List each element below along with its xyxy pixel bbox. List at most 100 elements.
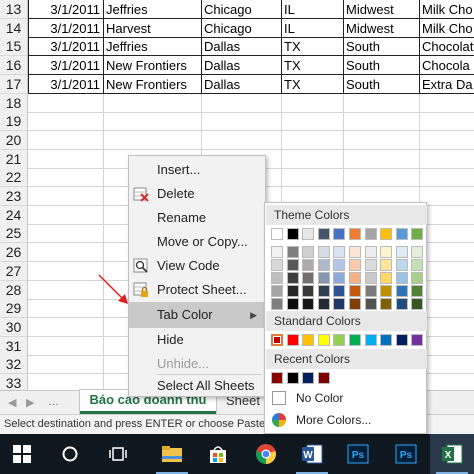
cell-date[interactable] [28,187,104,206]
theme-shade-swatch[interactable] [411,298,424,310]
standard-color-swatch[interactable] [364,334,377,346]
theme-shade-swatch[interactable] [333,259,346,271]
theme-shade-swatch[interactable] [317,298,330,310]
cell-date[interactable] [28,261,104,281]
cell-region[interactable]: Midwest [344,18,420,38]
cell-date[interactable] [28,243,104,263]
cell-date[interactable]: 3/1/2011 [28,37,104,57]
theme-color-swatch[interactable] [395,228,408,240]
table-row[interactable]: 16 3/1/2011 New Frontiers Dallas TX South Choc… [0,56,474,76]
menu-rename[interactable]: Rename [129,206,265,230]
cell-state[interactable]: IL [282,18,344,38]
theme-shade-swatch[interactable] [271,298,283,310]
table-row[interactable]: 20 [0,130,474,150]
row-header[interactable]: 21 [0,149,28,169]
theme-shade-swatch[interactable] [317,285,330,297]
standard-color-swatch[interactable] [395,334,408,346]
cell-company[interactable]: Harvest [104,18,202,38]
theme-shade-swatch[interactable] [302,298,315,310]
task-view-icon[interactable] [96,434,140,474]
cell-city[interactable]: Dallas [202,56,282,76]
cell-region[interactable] [344,149,420,169]
row-header[interactable]: 32 [0,355,28,375]
cell-date[interactable] [28,336,104,356]
cell-company[interactable]: New Frontiers [104,74,202,94]
row-header[interactable]: 18 [0,93,28,113]
cell-date[interactable] [28,149,104,169]
standard-color-swatch[interactable] [349,334,361,346]
cell-date[interactable] [28,299,104,319]
theme-shade-swatch[interactable] [411,272,424,284]
theme-shade-swatch[interactable] [395,259,408,271]
cell-date[interactable]: 3/1/2011 [28,0,104,19]
cell-region[interactable] [344,93,420,113]
cell-company[interactable] [104,112,202,132]
cell-date[interactable] [28,317,104,337]
menu-view-code[interactable]: View Code [129,254,265,278]
theme-shade-swatch[interactable] [333,272,346,284]
cell-product[interactable] [420,299,474,319]
table-row[interactable]: 13 3/1/2011 Jeffries Chicago IL Midwest Milk C… [0,0,474,19]
cell-state[interactable]: IL [282,0,344,19]
cell-city[interactable]: Chicago [202,18,282,38]
chrome-icon[interactable] [244,434,288,474]
theme-shade-swatch[interactable] [364,272,377,284]
theme-shade-swatch[interactable] [271,259,283,271]
cell-product[interactable] [420,262,474,281]
theme-shade-swatch[interactable] [333,246,346,258]
theme-shade-swatch[interactable] [364,298,377,310]
row-header[interactable]: 24 [0,205,28,225]
theme-shade-swatch[interactable] [317,246,330,258]
theme-shade-swatch[interactable] [286,272,299,284]
cell-state[interactable]: TX [282,74,344,94]
menu-delete[interactable]: Delete [129,182,265,206]
row-header[interactable]: 15 [0,37,28,57]
theme-shade-swatch[interactable] [411,246,424,258]
row-header[interactable]: 22 [0,168,28,188]
table-row[interactable]: 14 3/1/2011 Harvest Chicago IL Midwest Milk Ch… [0,18,474,38]
photoshop-icon[interactable]: Ps [384,434,428,474]
cell-region[interactable]: South [344,37,420,57]
table-row[interactable]: 17 3/1/2011 New Frontiers Dallas TX South Extr… [0,74,474,94]
scroll-left-icon[interactable]: ◀ [8,396,16,409]
theme-shade-swatch[interactable] [395,298,408,310]
cell-product[interactable]: Extra Da [420,75,474,94]
theme-shade-swatch[interactable] [333,285,346,297]
cell-product[interactable] [420,318,474,337]
more-sheets-icon[interactable]: … [48,396,59,408]
table-row[interactable]: 18 [0,93,474,113]
cell-company[interactable]: Jeffries [104,0,202,19]
cell-date[interactable]: 3/1/2011 [28,18,104,38]
cell-company[interactable] [104,93,202,113]
theme-shade-swatch[interactable] [380,272,393,284]
cell-date[interactable] [28,112,104,132]
standard-color-swatch[interactable] [271,334,283,346]
cell-state[interactable] [282,149,344,169]
theme-color-swatch[interactable] [411,228,424,240]
theme-shade-swatch[interactable] [333,298,346,310]
cell-product[interactable] [420,355,474,375]
row-header[interactable]: 17 [0,74,28,94]
theme-color-swatch[interactable] [302,228,315,240]
theme-color-swatch[interactable] [364,228,377,240]
store-icon[interactable] [196,434,240,474]
cell-region[interactable] [344,112,420,132]
menu-move-copy[interactable]: Move or Copy... [129,230,265,254]
theme-shade-swatch[interactable] [286,259,299,271]
recent-color-swatch[interactable] [317,372,330,384]
cell-product[interactable]: Chocola [420,56,474,76]
standard-color-swatch[interactable] [317,334,330,346]
table-row[interactable]: 15 3/1/2011 Jeffries Dallas TX South Chocolat [0,37,474,57]
standard-color-swatch[interactable] [411,334,424,346]
cell-product[interactable]: Milk Cho [420,19,474,38]
cell-date[interactable] [28,93,104,113]
theme-shade-swatch[interactable] [364,259,377,271]
cell-product[interactable] [420,150,474,169]
windows-start-icon[interactable] [0,434,44,474]
cell-product[interactable] [420,131,474,150]
cell-company[interactable]: Jeffries [104,37,202,57]
cell-product[interactable] [420,281,474,300]
cell-state[interactable] [282,168,344,188]
cell-city[interactable]: Chicago [202,0,282,19]
more-colors-option[interactable]: More Colors... [266,409,427,431]
